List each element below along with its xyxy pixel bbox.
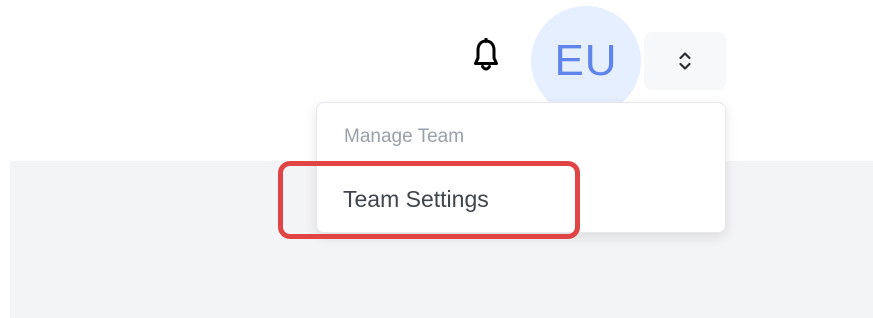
- team-dropdown-menu: Manage Team Team Settings: [316, 102, 726, 233]
- avatar-initials: EU: [554, 36, 618, 85]
- notifications-button[interactable]: [470, 36, 502, 76]
- menu-item-team-settings[interactable]: Team Settings: [317, 173, 725, 225]
- menu-item-label: Team Settings: [343, 185, 489, 212]
- chevron-up-down-icon: [679, 52, 691, 70]
- bell-icon: [474, 38, 498, 71]
- dropdown-section-header: Manage Team: [344, 126, 465, 147]
- user-avatar[interactable]: EU: [531, 6, 641, 116]
- account-menu-toggle[interactable]: [644, 32, 726, 90]
